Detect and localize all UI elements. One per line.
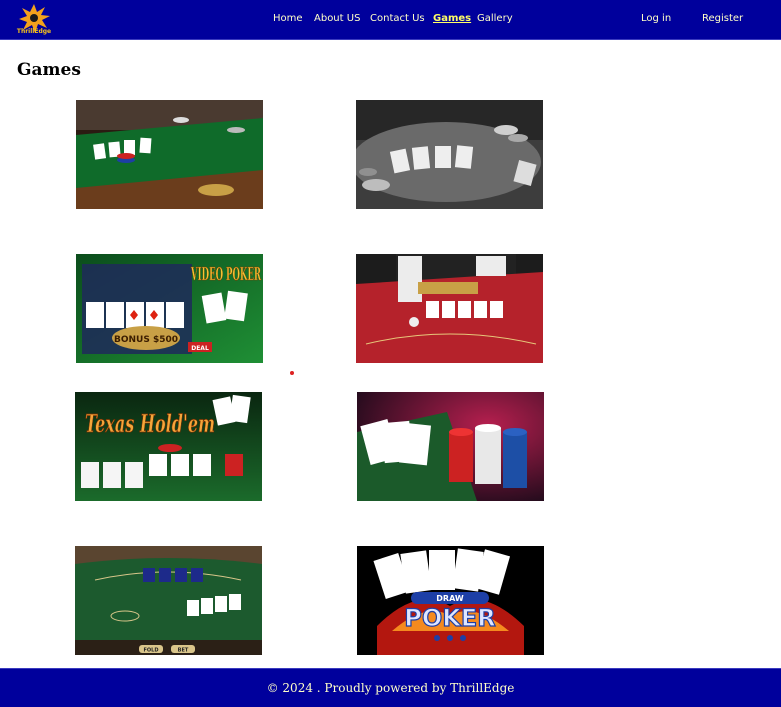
poker-table-image	[76, 100, 263, 209]
red-dot-marker	[290, 371, 294, 375]
fold-button-label: FOLD	[143, 648, 158, 654]
game-card-casino-dealer[interactable]	[356, 254, 543, 363]
game-card-video-poker[interactable]: BONUS $500 VIDEO POKER DEAL	[76, 254, 263, 363]
casino-dealer-image	[356, 254, 543, 363]
game-card-poker-table-green[interactable]	[76, 100, 263, 209]
register-link[interactable]: Register	[702, 13, 743, 24]
nav-home[interactable]: Home	[273, 13, 303, 24]
nav-about[interactable]: About US	[314, 13, 360, 24]
bonus-label: BONUS $500	[114, 335, 178, 345]
draw-poker-image: DRAW POKER	[357, 546, 544, 655]
texas-holdem-title: Texas Hold'em	[85, 409, 215, 438]
deal-button-label: DEAL	[191, 345, 209, 352]
login-link[interactable]: Log in	[641, 13, 671, 24]
logo-text: ThrillEdge	[16, 28, 52, 35]
game-card-draw-poker[interactable]: DRAW POKER	[357, 546, 544, 655]
site-footer: © 2024 . Proudly powered by ThrillEdge	[0, 668, 781, 707]
texas-holdem-image: Texas Hold'em	[75, 392, 262, 501]
page-title: Games	[17, 60, 81, 80]
footer-copyright: © 2024 . Proudly powered by ThrillEdge	[266, 681, 515, 695]
bet-button-label: BET	[178, 648, 189, 654]
top-navbar: ThrillEdge Home About US Contact Us Game…	[0, 0, 781, 40]
nav-gallery[interactable]: Gallery	[477, 13, 513, 24]
nav-contact[interactable]: Contact Us	[370, 13, 425, 24]
video-poker-image: BONUS $500 VIDEO POKER DEAL	[76, 254, 263, 363]
blackjack-table-image: FOLD BET	[75, 546, 262, 655]
game-card-poker-table-bw[interactable]	[356, 100, 543, 209]
draw-poker-title: POKER	[404, 604, 495, 632]
nav-games[interactable]: Games	[433, 13, 471, 24]
site-logo[interactable]: ThrillEdge	[16, 1, 52, 37]
game-card-cards-chips[interactable]	[357, 392, 544, 501]
game-card-texas-holdem[interactable]: Texas Hold'em	[75, 392, 262, 501]
poker-bw-image	[356, 100, 543, 209]
game-card-blackjack[interactable]: FOLD BET	[75, 546, 262, 655]
video-poker-title: VIDEO POKER	[191, 264, 262, 285]
cards-chips-image	[357, 392, 544, 501]
draw-poker-subtitle: DRAW	[436, 594, 464, 603]
